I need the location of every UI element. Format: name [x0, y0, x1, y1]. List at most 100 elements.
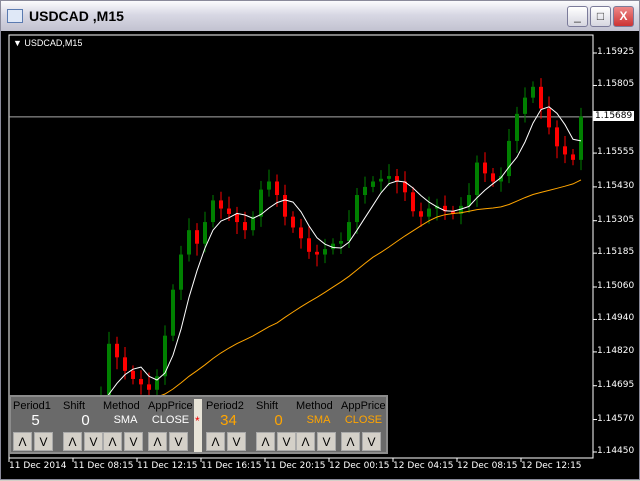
ma2-shift-up-button[interactable]: Λ: [256, 432, 275, 451]
candle-body: [211, 200, 215, 223]
candle-body: [355, 195, 359, 223]
candle-body: [307, 238, 311, 252]
ma1-shift-label: Shift: [63, 400, 86, 412]
candle-body: [531, 86, 535, 98]
ma2-period-up-button[interactable]: Λ: [206, 432, 225, 451]
price-tick-label: 1.15060: [597, 280, 635, 291]
candle-body: [171, 289, 175, 336]
active-marker: *: [195, 414, 200, 428]
candle-body: [267, 181, 271, 190]
price-tick-label: 1.14820: [597, 345, 635, 356]
ma1-period-up-button[interactable]: Λ: [13, 432, 32, 451]
candle-body: [123, 357, 127, 371]
ma1-price-down-button[interactable]: V: [169, 432, 188, 451]
ma1-period-value: 5: [31, 412, 40, 429]
candle-body: [523, 97, 527, 114]
ma2-period-label: Period2: [206, 400, 244, 412]
symbol-text: USDCAD,M15: [24, 38, 83, 48]
time-tick-label: 12 Dec 08:15: [457, 461, 518, 471]
candle-body: [475, 162, 479, 196]
price-tick-label: 1.14570: [597, 413, 635, 424]
candle-body: [235, 213, 239, 223]
price-tick-label: 1.15430: [597, 180, 635, 191]
candle-body: [315, 251, 319, 255]
candle-body: [131, 370, 135, 379]
ma-line-ma1: [12, 106, 582, 418]
candle-body: [411, 192, 415, 212]
ma1-price-value: CLOSE: [151, 414, 190, 426]
current-price-label: 1.15689: [593, 111, 635, 121]
candle-body: [291, 216, 295, 228]
candle-body: [187, 230, 191, 255]
ma1-method-label: Method: [103, 400, 140, 412]
candle-body: [515, 113, 519, 141]
candle-body: [115, 343, 119, 358]
candle-body: [259, 189, 263, 217]
ma1-shift-value: 0: [81, 412, 90, 429]
ma1-period-label: Period1: [13, 400, 51, 412]
price-tick-label: 1.15185: [597, 247, 635, 258]
price-tick-label: 1.14695: [597, 379, 635, 390]
ma1-period-down-button[interactable]: V: [34, 432, 53, 451]
time-tick-label: 11 Dec 20:15: [265, 461, 326, 471]
candle-body: [243, 222, 247, 231]
ma1-method-down-button[interactable]: V: [124, 432, 143, 451]
price-tick-label: 1.15555: [597, 147, 635, 158]
candle-body: [107, 343, 111, 396]
time-tick-label: 12 Dec 00:15: [329, 461, 390, 471]
candle-body: [347, 222, 351, 242]
candle-body: [339, 241, 343, 244]
ma1-price-up-button[interactable]: Λ: [148, 432, 167, 451]
ma2-shift-down-button[interactable]: V: [277, 432, 296, 451]
candle-body: [139, 378, 143, 385]
ma1-shift-up-button[interactable]: Λ: [63, 432, 82, 451]
candle-body: [427, 208, 431, 217]
ma2-price-down-button[interactable]: V: [362, 432, 381, 451]
candle-body: [203, 222, 207, 244]
ma2-method-up-button[interactable]: Λ: [296, 432, 315, 451]
ma2-method-label: Method: [296, 400, 333, 412]
price-tick-label: 1.14450: [597, 446, 635, 456]
ma2-period-down-button[interactable]: V: [227, 432, 246, 451]
ma2-shift-value: 0: [274, 412, 283, 429]
time-tick-label: 12 Dec 04:15: [393, 461, 454, 471]
candle-body: [507, 140, 511, 177]
dropdown-triangle-icon: ▼: [13, 38, 25, 48]
ma2-price-up-button[interactable]: Λ: [341, 432, 360, 451]
candle-body: [379, 178, 383, 182]
chart-window: USDCAD ,M15 _ □ X ▼ USDCAD,M15 1.15925 1.…: [0, 0, 640, 480]
candle-body: [219, 200, 223, 209]
candle-body: [227, 208, 231, 214]
candle-body: [491, 173, 495, 182]
candle-body: [483, 162, 487, 174]
ma2-price-label: AppPrice: [341, 400, 386, 412]
candle-body: [195, 230, 199, 244]
candle-body: [275, 181, 279, 196]
candle-body: [387, 176, 391, 179]
candle-body: [419, 211, 423, 217]
ma1-shift-down-button[interactable]: V: [84, 432, 103, 451]
candle-body: [547, 108, 551, 128]
price-tick-label: 1.14940: [597, 313, 635, 324]
ma2-method-down-button[interactable]: V: [317, 432, 336, 451]
candle-body: [579, 116, 583, 160]
ma1-price-label: AppPrice: [148, 400, 193, 412]
time-tick-label: 12 Dec 12:15: [521, 461, 582, 471]
ma2-shift-label: Shift: [256, 400, 279, 412]
ma-control-panel: Period1 5 Λ V Shift 0 Λ V Method SMA Λ V AppPrice CLO…: [9, 395, 388, 454]
time-tick-label: 11 Dec 16:15: [201, 461, 262, 471]
ma2-price-value: CLOSE: [344, 414, 383, 426]
price-tick-label: 1.15925: [597, 47, 635, 57]
price-tick-label: 1.15805: [597, 79, 635, 90]
time-tick-label: 11 Dec 12:15: [137, 461, 198, 471]
time-tick-label: 11 Dec 2014: [9, 461, 67, 471]
candle-body: [179, 254, 183, 290]
ma-line-ma2: [12, 179, 582, 416]
ma1-method-up-button[interactable]: Λ: [103, 432, 122, 451]
symbol-label: ▼ USDCAD,M15: [13, 38, 82, 48]
candle-body: [539, 86, 543, 109]
time-tick-label: 11 Dec 08:15: [73, 461, 134, 471]
candle-body: [283, 195, 287, 217]
candle-body: [555, 127, 559, 147]
candle-body: [363, 186, 367, 196]
